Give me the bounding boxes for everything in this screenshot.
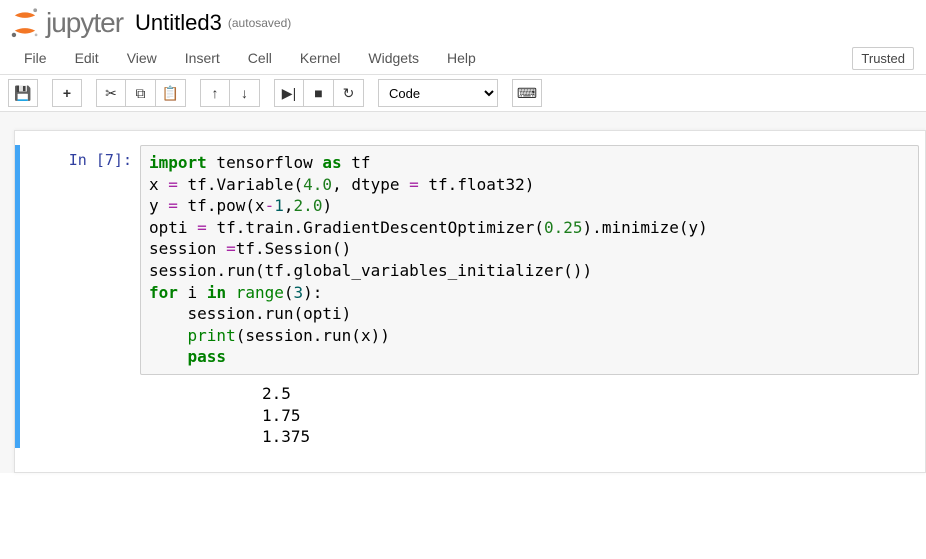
interrupt-button[interactable]: ■ <box>304 79 334 107</box>
menu-cell[interactable]: Cell <box>234 42 286 74</box>
menu-edit[interactable]: Edit <box>61 42 113 74</box>
restart-icon: ↻ <box>343 85 355 102</box>
menu-insert[interactable]: Insert <box>171 42 234 74</box>
autosave-status: (autosaved) <box>228 16 291 30</box>
stdout-text: 2.5 1.75 1.375 <box>260 383 919 448</box>
notebook-background: In [7]: import tensorflow as tf x = tf.V… <box>0 112 926 473</box>
menubar: File Edit View Insert Cell Kernel Widget… <box>0 42 926 75</box>
paste-icon: 📋 <box>162 85 179 102</box>
cut-button[interactable]: ✂ <box>96 79 126 107</box>
restart-button[interactable]: ↻ <box>334 79 364 107</box>
save-button[interactable]: 💾 <box>8 79 38 107</box>
code-cell[interactable]: In [7]: import tensorflow as tf x = tf.V… <box>15 145 925 448</box>
toolbar: 💾 + ✂ ⧉ 📋 ↑ ↓ ▶| ■ <box>0 75 926 112</box>
save-icon: 💾 <box>14 85 31 102</box>
code-source[interactable]: import tensorflow as tf x = tf.Variable(… <box>149 152 910 368</box>
command-palette-button[interactable]: ⌨ <box>512 79 542 107</box>
menu-view[interactable]: View <box>113 42 171 74</box>
jupyter-logo-icon <box>8 6 42 40</box>
copy-icon: ⧉ <box>136 85 146 102</box>
cell-body: import tensorflow as tf x = tf.Variable(… <box>140 145 919 448</box>
move-down-button[interactable]: ↓ <box>230 79 260 107</box>
copy-button[interactable]: ⧉ <box>126 79 156 107</box>
notebook-title[interactable]: Untitled3 <box>135 10 222 36</box>
output-prompt <box>140 383 260 448</box>
plus-icon: + <box>63 85 71 101</box>
menu-file[interactable]: File <box>10 42 61 74</box>
cell-type-select[interactable]: Code <box>378 79 498 107</box>
logo-text: jupyter <box>46 7 123 39</box>
cell-output: 2.5 1.75 1.375 <box>140 383 919 448</box>
trusted-indicator[interactable]: Trusted <box>852 47 914 70</box>
menu-help[interactable]: Help <box>433 42 490 74</box>
menu-kernel[interactable]: Kernel <box>286 42 354 74</box>
add-cell-button[interactable]: + <box>52 79 82 107</box>
keyboard-icon: ⌨ <box>517 85 537 102</box>
arrow-up-icon: ↑ <box>212 85 219 101</box>
input-prompt: In [7]: <box>20 145 140 448</box>
menu-widgets[interactable]: Widgets <box>354 42 433 74</box>
run-icon: ▶| <box>282 85 296 102</box>
notebook-container: In [7]: import tensorflow as tf x = tf.V… <box>14 130 926 473</box>
paste-button[interactable]: 📋 <box>156 79 186 107</box>
header: jupyter Untitled3 (autosaved) <box>0 0 926 42</box>
move-up-button[interactable]: ↑ <box>200 79 230 107</box>
run-button[interactable]: ▶| <box>274 79 304 107</box>
scissors-icon: ✂ <box>105 85 117 102</box>
stop-icon: ■ <box>314 85 322 101</box>
jupyter-logo[interactable]: jupyter <box>8 6 123 40</box>
arrow-down-icon: ↓ <box>241 85 248 101</box>
code-input-area[interactable]: import tensorflow as tf x = tf.Variable(… <box>140 145 919 375</box>
